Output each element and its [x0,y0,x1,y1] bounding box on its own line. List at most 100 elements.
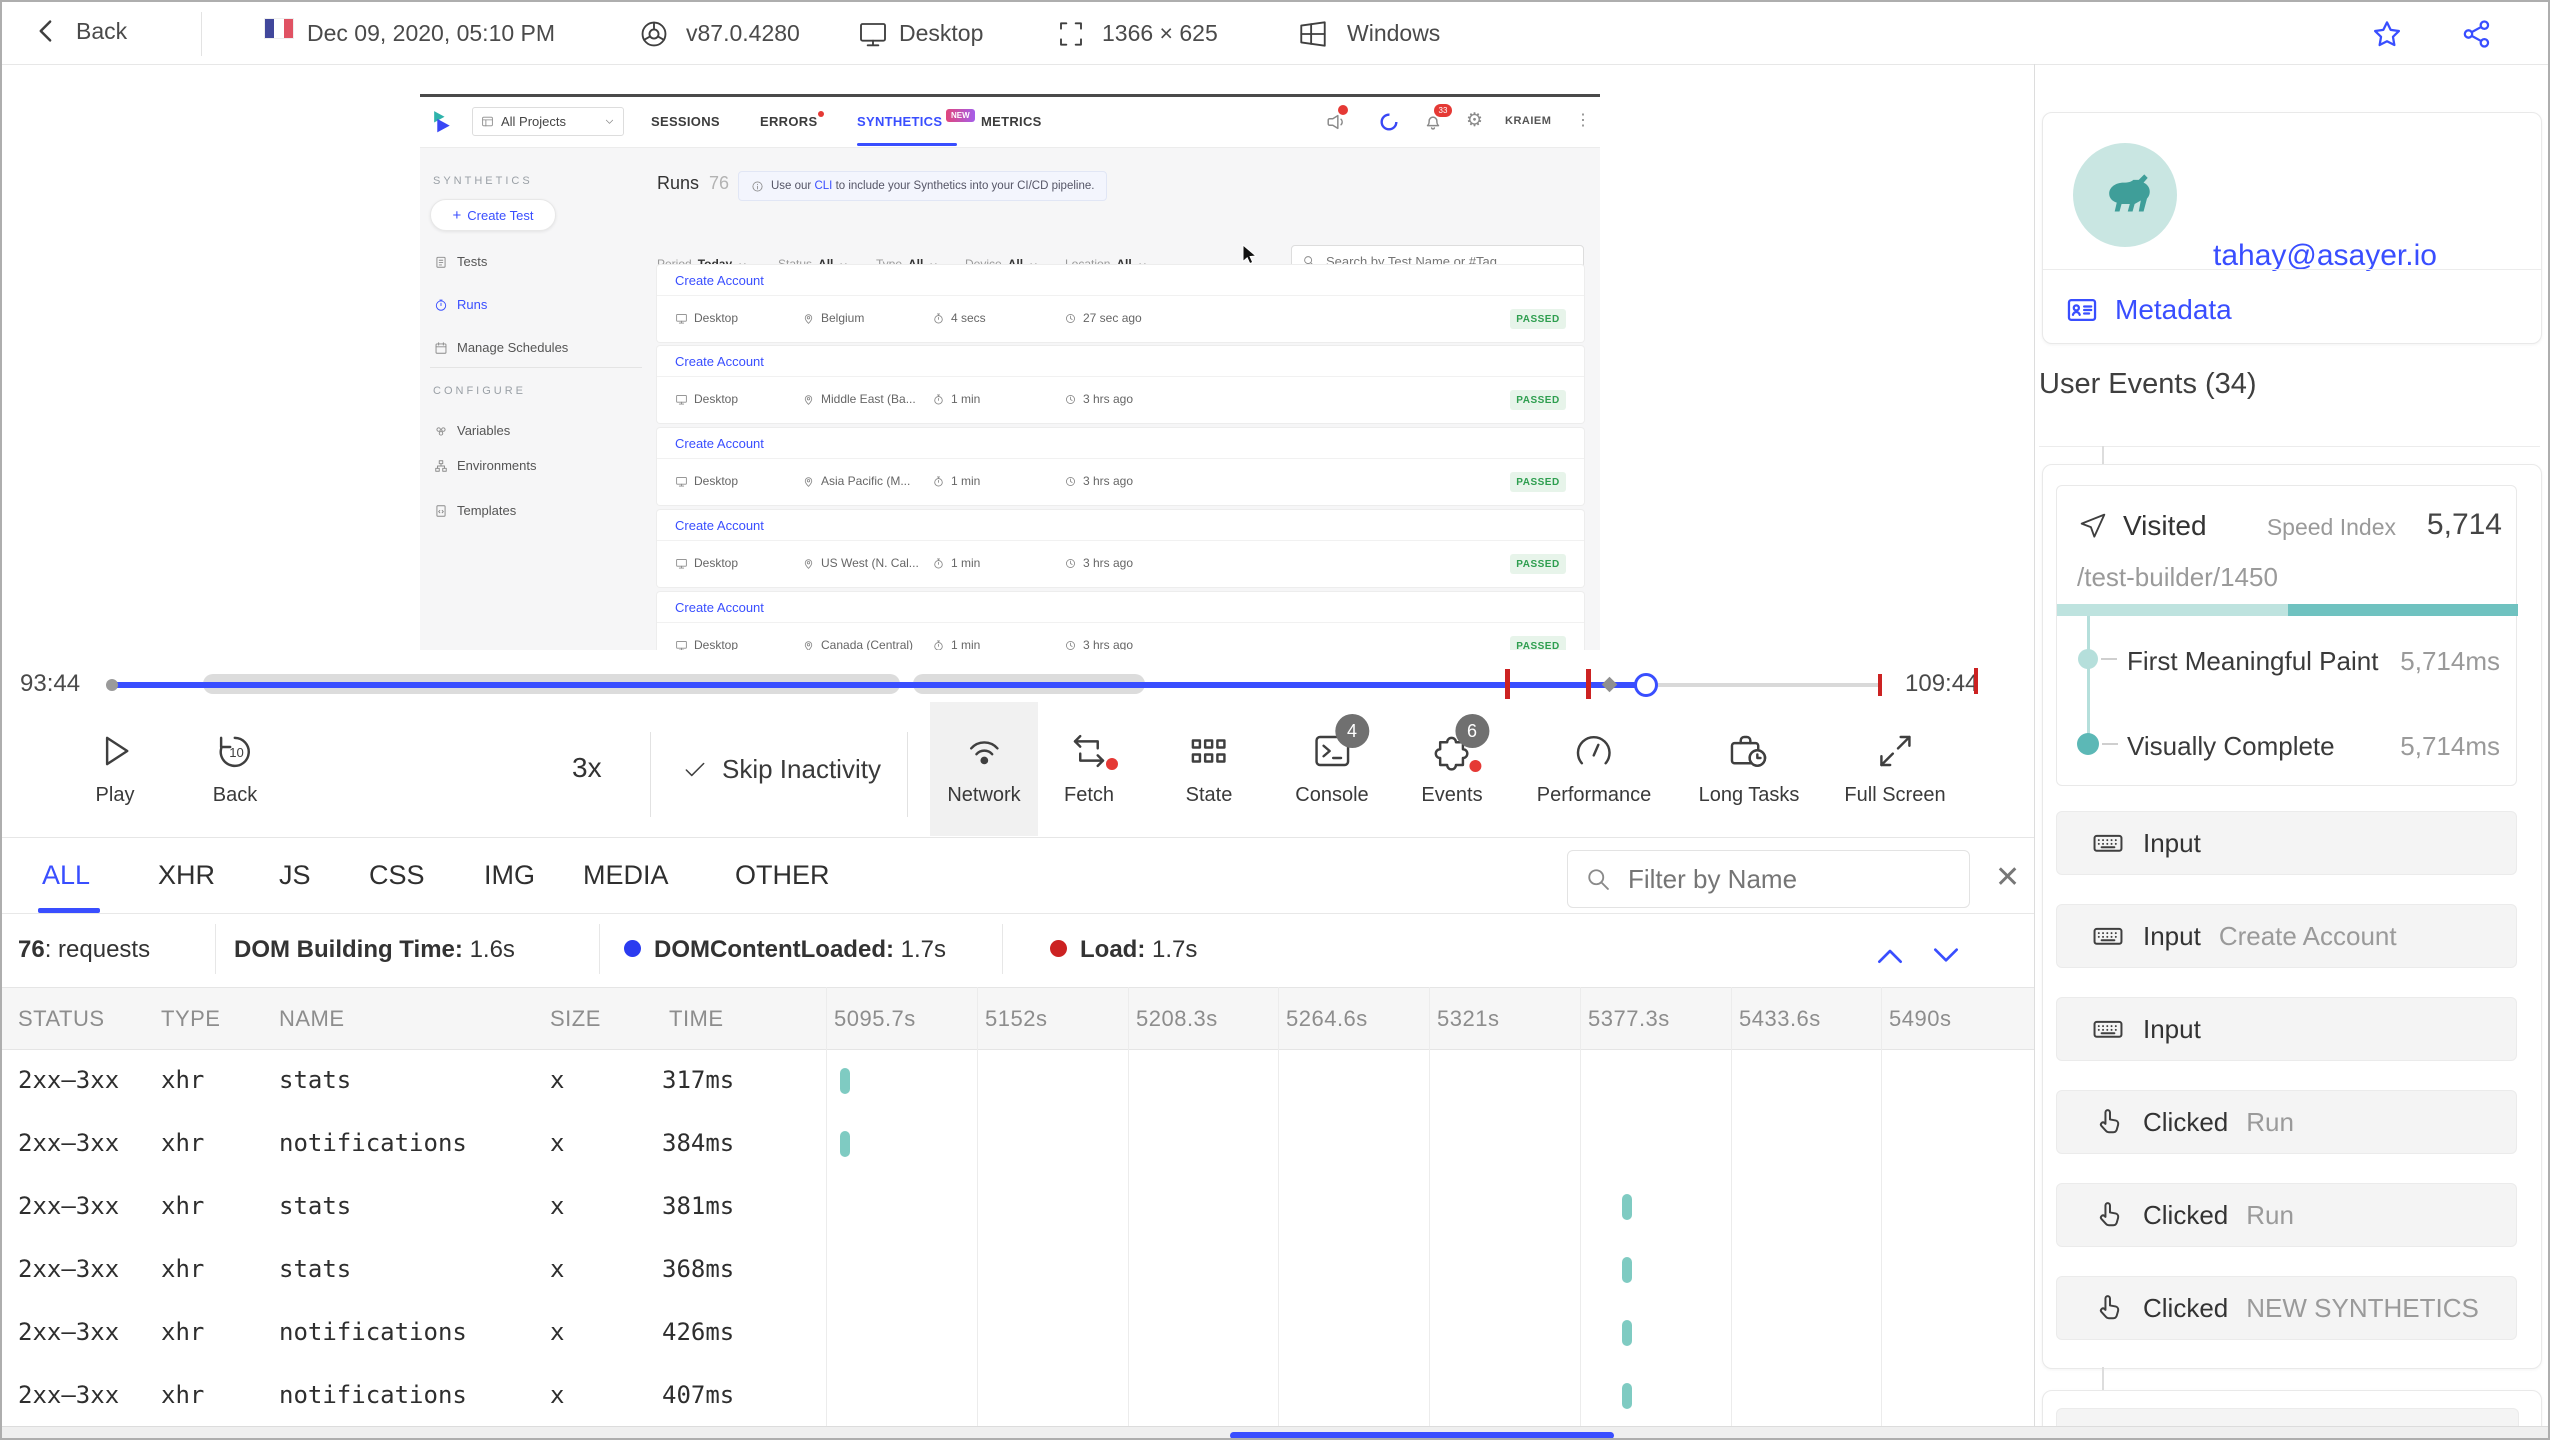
favorite-star-icon[interactable] [2370,17,2404,51]
panel-button-network[interactable]: Network [947,730,1021,807]
stopwatch-icon [934,475,943,487]
mini-sidebar-item-variables[interactable]: Variables [434,423,510,438]
events-count-badge: 6 [1455,714,1489,748]
panel-button-full-screen[interactable]: Full Screen [1844,730,1946,807]
col-size[interactable]: SIZE [550,1006,601,1032]
mini-sidebar-item-templates[interactable]: Templates [434,503,516,518]
run-card[interactable]: Create Account Desktop Asia Pacific (M..… [657,428,1584,505]
run-card[interactable]: Create Account Desktop Middle East (Ba..… [657,346,1584,423]
errors-notification-dot [818,111,824,117]
skip-inactivity-toggle[interactable]: Skip Inactivity [682,754,881,785]
col-name[interactable]: NAME [279,1006,345,1032]
col-status[interactable]: STATUS [18,1006,105,1032]
back-10s-button[interactable]: 10 Back [213,730,257,807]
time-col-label: 5490s [1889,1006,1952,1031]
col-time[interactable]: TIME [669,1006,724,1032]
run-title-link[interactable]: Create Account [657,592,1584,623]
create-test-button[interactable]: + Create Test [430,199,556,231]
panel-button-fetch[interactable]: Fetch [1064,730,1118,807]
playback-speed-button[interactable]: 3x [572,752,602,784]
panel-button-performance[interactable]: Performance [1537,730,1651,807]
panel-button-long-tasks[interactable]: Long Tasks [1699,730,1799,807]
timeline-error-marker[interactable] [1586,669,1591,699]
announcements-badge-dot [1338,105,1348,115]
mini-tab-errors[interactable]: ERRORS [760,114,817,129]
timeline-error-marker[interactable] [1505,669,1510,699]
run-card[interactable]: Create Account Desktop US West (N. Cal..… [657,510,1584,587]
mini-sidebar-item-manage-schedules[interactable]: Manage Schedules [434,340,568,355]
project-selector[interactable]: All Projects [472,107,624,136]
net-tab-css[interactable]: CSS [369,860,425,891]
run-title-link[interactable]: Create Account [657,265,1584,296]
close-panel-icon[interactable]: ✕ [1995,860,2020,895]
event-item-clicked[interactable]: Clicked Run [2056,1183,2517,1247]
timeline-track-progress[interactable] [112,682,1646,688]
timeline-error-marker[interactable] [1878,674,1882,696]
horizontal-scrollbar-thumb[interactable] [1230,1432,1614,1438]
mini-sidebar-item-tests[interactable]: Tests [434,254,487,269]
event-item-input[interactable]: Input [2056,811,2517,875]
time-col-label: 5095.7s [834,1006,916,1031]
net-tab-xhr[interactable]: XHR [158,860,215,891]
sidebar-divider [2034,64,2035,1438]
timeline-track-remaining[interactable] [1646,683,1882,687]
timeline-error-marker[interactable] [1974,668,1978,694]
event-item-input[interactable]: Input [2056,997,2517,1061]
run-card[interactable]: Create Account Desktop Canada (Central) … [657,592,1584,650]
run-card[interactable]: Create Account Desktop Belgium 4 secs 27… [657,265,1584,342]
timeline-end-time: 109:44 [1905,670,1979,697]
panel-button-console[interactable]: 4 Console [1295,714,1369,807]
event-item-input[interactable]: Input Create Account [2056,904,2517,968]
console-count-badge: 4 [1334,714,1369,748]
timeline-start-dot [106,679,118,691]
tabs-divider [2,913,2034,914]
net-tab-other[interactable]: OTHER [735,860,830,891]
mini-sidebar-item-environments[interactable]: Environments [434,458,536,473]
event-item-clicked[interactable]: Clicked NEW SYNTHETICS [2056,1276,2517,1340]
mini-tab-synthetics[interactable]: SYNTHETICS [857,114,942,129]
settings-gear-icon[interactable]: ⚙ [1466,109,1483,132]
visited-event-card[interactable]: Visited Speed Index 5,714 /test-builder/… [2056,485,2518,786]
metadata-link[interactable]: Metadata [2065,293,2232,327]
run-title-link[interactable]: Create Account [657,510,1584,541]
notifications-bell-icon[interactable]: 33 [1422,104,1452,133]
cli-link[interactable]: CLI [814,180,832,192]
timeline-playhead[interactable] [1634,673,1658,697]
new-badge: NEW [946,109,975,122]
clock-icon [1066,476,1075,486]
mini-user-name[interactable]: KRAIEM [1505,115,1551,127]
mini-tab-metrics[interactable]: METRICS [981,114,1042,129]
panel-button-state[interactable]: State [1186,730,1232,807]
mini-tab-sessions[interactable]: SESSIONS [651,114,720,129]
announcements-icon[interactable] [1325,105,1348,133]
metric-value: 5,714ms [2400,731,2500,761]
event-item-clicked[interactable]: Clicked Run [2056,1090,2517,1154]
net-tab-js[interactable]: JS [279,860,311,891]
mini-sidebar-section-configure: CONFIGURE [433,385,526,397]
run-title-link[interactable]: Create Account [657,428,1584,459]
stopwatch-icon [934,557,943,569]
share-icon[interactable] [2460,17,2494,51]
os-name: Windows [1347,20,1441,46]
vc-tick [2102,743,2118,745]
panel-button-events[interactable]: 6 Events [1421,714,1489,807]
filter-by-name-input[interactable] [1626,862,1940,896]
timeline-event-marker[interactable] [1601,676,1618,693]
col-type[interactable]: TYPE [161,1006,220,1032]
mini-app-logo [430,109,457,136]
user-email[interactable]: tahay@asayer.io [2213,239,2437,273]
net-tab-all[interactable]: ALL [42,860,90,891]
more-options-icon[interactable]: ⋮ [1575,110,1591,130]
net-tab-media[interactable]: MEDIA [583,860,669,891]
play-button[interactable]: Play [94,730,136,807]
summary-divider [599,924,600,974]
mini-sidebar-item-runs[interactable]: Runs [434,297,487,312]
net-tab-img[interactable]: IMG [484,860,535,891]
vc-dot [2077,733,2099,755]
run-title-link[interactable]: Create Account [657,346,1584,377]
back-button[interactable]: Back [32,16,127,46]
filter-box[interactable] [1567,850,1970,908]
state-grid-icon [1192,739,1226,763]
jump-up-icon[interactable] [1874,942,1906,968]
jump-down-icon[interactable] [1930,942,1962,968]
